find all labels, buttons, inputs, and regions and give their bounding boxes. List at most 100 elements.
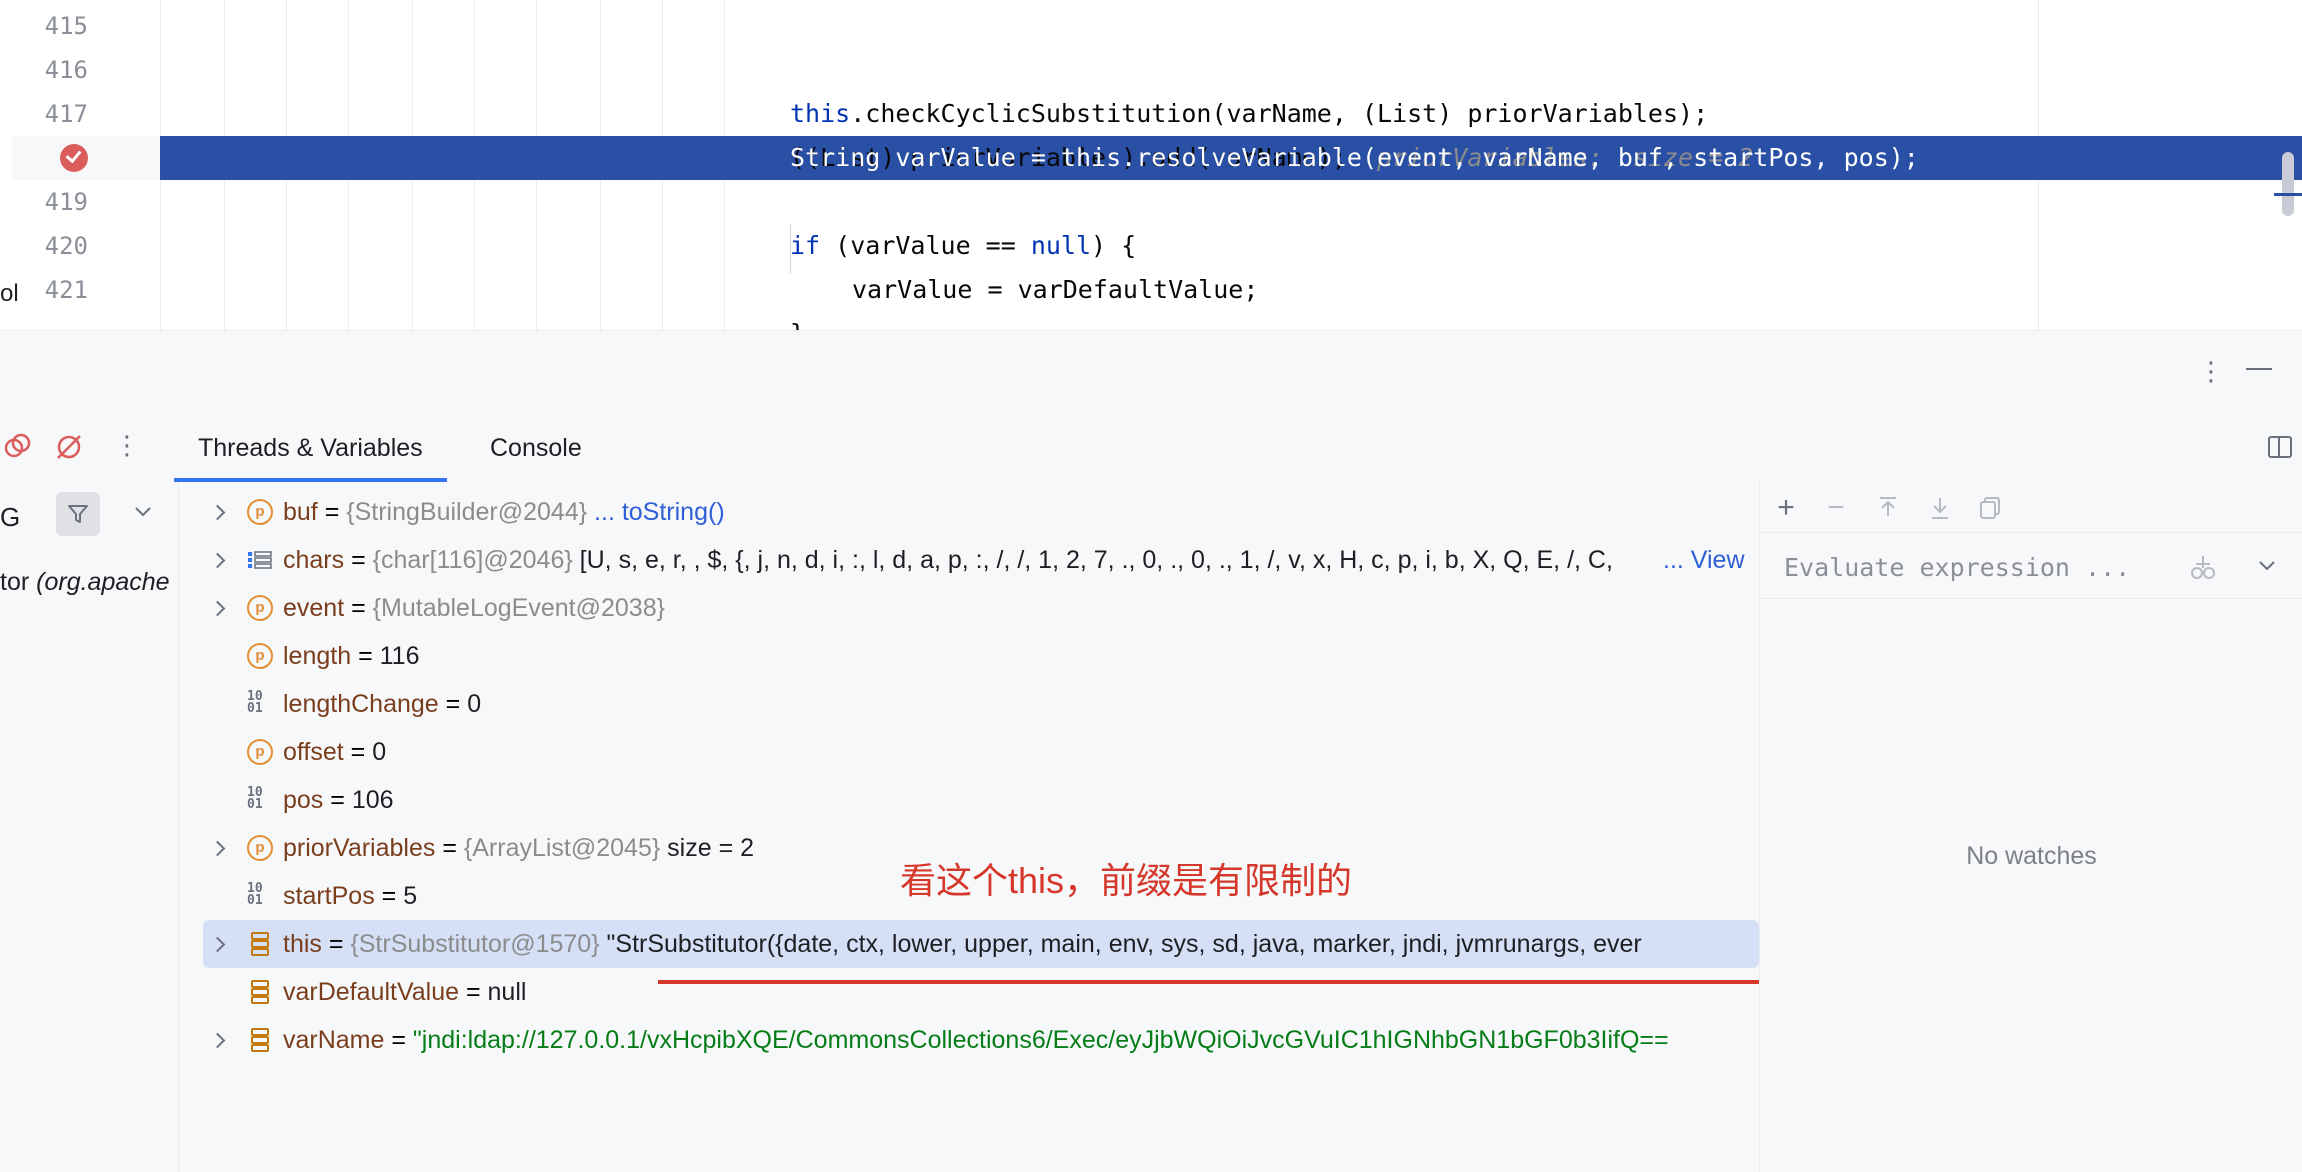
variable-row[interactable]: varDefaultValue = null [179,968,1759,1016]
editor-scrollbar[interactable] [2282,152,2294,216]
variable-row[interactable]: varName = "jndi:ldap://127.0.0.1/vxHcpib… [179,1016,1759,1064]
variable-type: {StrSubstitutor@1570} [350,930,600,958]
move-up-icon[interactable] [1874,494,1902,522]
remove-watch-icon[interactable]: − [1822,493,1850,523]
variable-name: buf [283,498,318,526]
code-editor[interactable]: 415 416 417 419 420 421 this.checkCyclic… [0,0,2302,330]
variable-row[interactable]: 10 01 pos = 106 [179,776,1759,824]
local-var-icon [251,932,269,956]
view-breakpoints-icon[interactable] [4,432,32,460]
filter-button[interactable] [56,492,100,536]
glasses-icon[interactable] [2188,554,2218,580]
variable-value: size = 2 [667,834,755,862]
variable-name: offset [283,738,344,766]
binary-icon: 10 01 [247,881,263,908]
code-line-421: } [0,268,2302,330]
variable-value: 0 [372,738,387,766]
frames-panel: G tor (org.apache [0,482,179,1172]
scrollbar-marker [2274,193,2302,196]
variable-value: 5 [403,882,418,910]
variable-name: chars [283,546,345,574]
variable-row-selected[interactable]: this = {StrSubstitutor@1570} "StrSubstit… [203,920,1759,968]
variable-type: {MutableLogEvent@2038} [372,594,665,622]
local-var-icon [251,980,269,1004]
p-field-icon: p [247,499,273,525]
watches-panel: + − No watches [1759,482,2302,1172]
variable-type: {StringBuilder@2044} [346,498,588,526]
more-options-icon[interactable]: ⋮ [2198,356,2224,387]
variable-value: null [487,978,527,1006]
tostring-link[interactable]: ... toString() [594,498,725,526]
variable-name: varName [283,1026,385,1054]
variable-name: event [283,594,345,622]
tab-threads-variables[interactable]: Threads & Variables [174,414,447,482]
thread-selector[interactable]: G [0,502,20,533]
chevron-down-icon[interactable] [132,500,154,522]
chevron-right-icon[interactable] [209,488,229,536]
variable-row[interactable]: p event = {MutableLogEvent@2038} [179,584,1759,632]
debug-panel-header [0,330,2302,415]
chevron-right-icon[interactable] [209,1016,229,1064]
add-watch-icon[interactable]: + [1772,493,1800,523]
p-field-icon: p [247,595,273,621]
clipped-text: ol [0,280,19,307]
code-line-418: String varValue = this.resolveVariable(e… [790,143,1919,172]
binary-icon: 10 01 [247,785,263,812]
variable-name: lengthChange [283,690,439,718]
debug-tab-bar: Threads & Variables Console [0,414,2302,483]
chevron-right-icon[interactable] [209,824,229,872]
variable-name: priorVariables [283,834,436,862]
annotation-text: 看这个this，前缀是有限制的 [900,860,1353,901]
breakpoint-icon[interactable] [60,144,88,172]
minimize-icon[interactable] [2246,368,2272,370]
annotation-underline [658,980,1798,984]
code-line-420: varValue = varDefaultValue; [0,224,2302,304]
watches-toolbar: + − [1760,482,2302,533]
chevron-right-icon[interactable] [209,584,229,632]
variable-value: 106 [351,786,394,814]
frame-method: tor [0,568,30,596]
chevron-right-icon[interactable] [209,536,229,584]
variable-row[interactable]: p buf = {StringBuilder@2044} ... toStrin… [179,488,1759,536]
variable-value: "StrSubstitutor({date, ctx, lower, upper… [606,930,1642,958]
p-field-icon: p [247,835,273,861]
variable-row[interactable]: p offset = 0 [179,728,1759,776]
stack-frame[interactable]: tor (org.apache [0,568,170,597]
variable-type: {ArrayList@2045} [463,834,661,862]
variable-value: 116 [379,642,420,670]
variable-value: [U, s, e, r, , $, {, j, n, d, i, :, l, d… [579,546,1613,574]
frame-package: (org.apache [36,568,170,596]
variable-row[interactable]: chars = {char[116]@2046} [U, s, e, r, , … [179,536,1759,584]
mute-breakpoints-icon[interactable] [54,432,84,462]
variable-type: {char[116]@2046} [372,546,573,574]
line-number: 415 [44,12,88,40]
variable-row[interactable]: 10 01 lengthChange = 0 [179,680,1759,728]
code-line-419: if (varValue == null) { [0,180,2302,260]
array-icon [248,551,272,569]
chevron-right-icon[interactable] [209,920,229,968]
code-line-416: this.checkCyclicSubstitution(varName, (L… [0,48,2302,128]
evaluate-expression-input[interactable] [1782,546,2166,588]
variable-name: startPos [283,882,375,910]
p-field-icon: p [247,643,273,669]
code-line-417: ((List) priorVariables).add(varName); pr… [0,92,2302,172]
more-options-icon[interactable]: ⋮ [114,430,140,461]
variable-row[interactable]: p length = 116 [179,632,1759,680]
variable-value: 0 [467,690,482,718]
code-text: } [790,312,805,330]
copy-icon[interactable] [1976,494,2004,522]
tab-console[interactable]: Console [490,414,582,482]
empty-watches-text: No watches [1966,842,2097,870]
variable-name: this [283,930,322,958]
view-link[interactable]: ... View [1659,536,1745,584]
layout-icon[interactable] [2268,436,2292,458]
chevron-down-icon[interactable] [2256,554,2278,576]
local-var-icon [251,1028,269,1052]
evaluate-row [1760,534,2302,599]
variable-name: length [283,642,352,670]
move-down-icon[interactable] [1926,494,1954,522]
variables-tree: p buf = {StringBuilder@2044} ... toStrin… [179,482,1759,1172]
binary-icon: 10 01 [247,689,263,716]
filter-icon [68,505,88,523]
variable-name: pos [283,786,324,814]
